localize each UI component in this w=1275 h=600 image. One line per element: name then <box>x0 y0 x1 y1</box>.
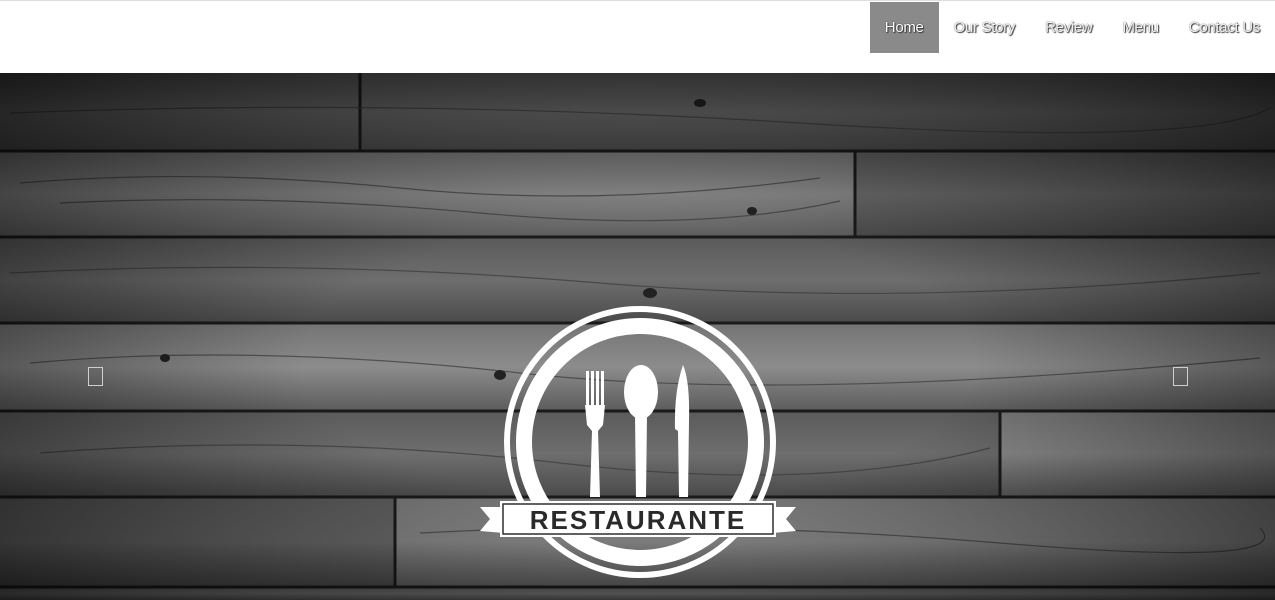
logo-text: RESTAURANTE <box>530 505 747 535</box>
hero-slider: RESTAURANTE <box>0 73 1275 600</box>
nav-contact-us[interactable]: Contact Us <box>1174 2 1275 53</box>
slider-prev-icon[interactable] <box>88 367 103 386</box>
logo-banner: RESTAURANTE <box>480 501 796 537</box>
restaurante-logo: RESTAURANTE <box>480 306 796 578</box>
nav-our-story[interactable]: Our Story <box>939 2 1030 53</box>
nav-home[interactable]: Home <box>869 2 939 53</box>
slider-next-icon[interactable] <box>1173 367 1188 386</box>
main-nav: Home Our Story Review Menu Contact Us <box>869 2 1275 53</box>
nav-menu[interactable]: Menu <box>1107 2 1173 53</box>
top-navigation-bar: Home Our Story Review Menu Contact Us <box>0 0 1275 73</box>
cutlery-icon <box>585 365 690 497</box>
nav-review[interactable]: Review <box>1030 2 1107 53</box>
